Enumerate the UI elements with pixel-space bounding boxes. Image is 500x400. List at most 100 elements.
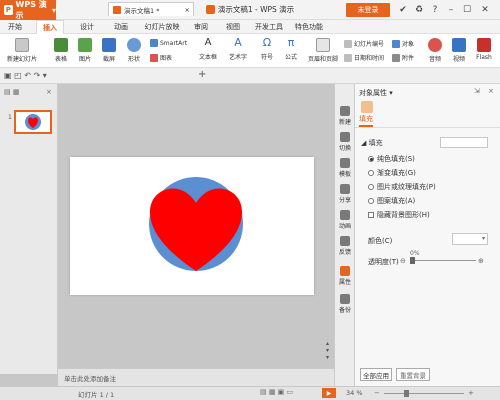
zoom-in-icon[interactable]: + [468,389,474,397]
color-dropdown[interactable]: ▾ [452,233,488,245]
object-button[interactable]: 对象 [392,39,414,48]
panel-close-icon[interactable]: × [46,88,52,96]
shape-button[interactable]: 形状 [122,38,146,63]
fill-section-header[interactable]: ◢ 填充 [361,138,383,148]
gradient-fill-option[interactable]: 渐变填充(G) [368,168,416,178]
app-menu-button[interactable]: P WPS 演示 ▾ [0,0,56,20]
slide-thumbnail-1[interactable] [14,110,52,134]
side-switch-button[interactable]: 切换 [336,132,354,152]
picture-fill-option[interactable]: 图片或纹理填充(P) [368,182,436,192]
quick-access-icons[interactable]: ▣ ◰ ↶ ↷ ▾ [4,71,47,80]
symbol-button[interactable]: Ω 符号 [256,36,278,61]
slide-number-label: 幻灯片编号 [354,41,385,48]
slide-number-button[interactable]: 幻灯片编号 [344,39,384,48]
tab-animation[interactable]: 动画 [108,20,134,34]
tab-review[interactable]: 审阅 [188,20,214,34]
notes-pane[interactable]: 单击此处添加备注 [58,368,334,386]
tab-slideshow[interactable]: 幻灯片放映 [140,20,184,34]
video-button[interactable]: 视频 [448,38,470,63]
panel-view-toggle[interactable]: ▤ ▦ [4,88,19,96]
reset-background-button[interactable]: 重置背景 [396,368,430,381]
document-tab-strip [0,68,500,84]
flash-button[interactable]: Flash [472,38,496,61]
side-backup-button[interactable]: 备份 [336,294,354,314]
transparency-slider-track[interactable] [410,260,476,261]
tab-features[interactable]: 特色功能 [290,20,328,34]
side-animation-label: 动画 [338,223,351,230]
login-button[interactable]: 未登录 [346,3,390,17]
properties-title[interactable]: 对象属性 ▾ [359,88,393,98]
view-mode-icons[interactable]: ▤ ▦ ▣ ▭ [260,388,293,396]
side-template-button[interactable]: 模板 [336,158,354,178]
side-new-button[interactable]: 新建 [336,106,354,126]
skin-icon[interactable]: ♻ [412,3,426,17]
apply-all-button[interactable]: 全部应用 [360,368,392,381]
header-footer-button[interactable]: 页眉和页脚 [306,38,340,63]
table-button[interactable]: 表格 [50,38,72,63]
video-label: 视频 [452,56,465,63]
slide-number-icon [344,39,352,48]
tab-insert[interactable]: 插入 [36,20,64,34]
textbox-button[interactable]: A 文本框 [194,36,222,61]
tab-home[interactable]: 开始 [4,20,26,34]
panel-close-icon[interactable]: × [488,87,494,95]
wordart-button[interactable]: A 艺术字 [224,36,252,61]
calendar-icon [344,53,352,62]
decrease-icon[interactable]: ⊖ [400,257,406,265]
formula-button[interactable]: π 公式 [280,36,302,61]
close-tab-icon[interactable]: × [185,6,190,14]
side-switch-label: 切换 [338,145,351,152]
side-share-button[interactable]: 分享 [336,184,354,204]
pattern-fill-option[interactable]: 图案填充(A) [368,196,415,206]
picture-button[interactable]: 图片 [74,38,96,63]
datetime-label: 日期和时间 [354,55,385,62]
new-slide-button[interactable]: 新建幻灯片 [2,38,42,63]
backup-icon [340,294,350,304]
new-tab-button[interactable]: + [198,69,206,80]
page-nav-arrows[interactable]: ▴ ▾ ▾ [326,340,329,361]
tab-design[interactable]: 设计 [74,20,100,34]
side-backup-label: 备份 [338,307,351,314]
hide-background-checkbox[interactable]: 隐藏背景图形(H) [368,210,430,220]
minimize-icon[interactable]: – [444,3,458,17]
attachment-label: 附件 [402,55,415,62]
side-animation-button[interactable]: 动画 [336,210,354,230]
flash-label: Flash [476,54,492,61]
zoom-out-icon[interactable]: − [374,389,380,397]
datetime-button[interactable]: 日期和时间 [344,53,384,62]
wps-logo-icon: P [4,5,13,15]
close-icon[interactable]: ✕ [478,3,492,17]
wordart-icon: A [234,36,242,49]
properties-icon [340,266,350,276]
tab-developer[interactable]: 开发工具 [252,20,286,34]
smartart-button[interactable]: SmartArt [150,39,187,47]
increase-icon[interactable]: ⊕ [478,257,484,265]
fill-section-label: 填充 [368,139,383,147]
fill-tab[interactable]: 填充 [359,114,373,127]
help-icon[interactable]: ? [428,3,442,17]
share-icon[interactable]: ✔ [396,3,410,17]
zoom-slider-thumb[interactable] [404,390,409,397]
maximize-icon[interactable]: ☐ [460,3,474,17]
symbol-label: 符号 [260,54,273,61]
table-label: 表格 [54,56,67,63]
side-feedback-button[interactable]: 反馈 [336,236,354,256]
slide-canvas[interactable] [70,157,314,295]
tab-view[interactable]: 视图 [220,20,246,34]
pattern-fill-label: 图案填充(A) [377,197,416,205]
screenshot-icon [102,38,116,52]
chart-button[interactable]: 图表 [150,53,172,62]
animation-icon [340,210,350,220]
zoom-slider-track[interactable] [384,393,464,394]
divider [355,127,500,128]
side-properties-button[interactable]: 属性 [336,266,354,286]
screenshot-button[interactable]: 截屏 [98,38,120,63]
play-icon[interactable]: ▶ [322,388,336,398]
pin-icon[interactable]: ⇲ [474,87,480,95]
attachment-button[interactable]: 附件 [392,53,414,62]
transparency-slider-thumb[interactable] [410,257,415,264]
audio-button[interactable]: 音频 [424,38,446,63]
paperclip-icon [392,53,400,62]
document-tab[interactable]: 演示文稿1 * × [108,2,194,16]
solid-fill-option[interactable]: 纯色填充(S) [368,154,415,164]
